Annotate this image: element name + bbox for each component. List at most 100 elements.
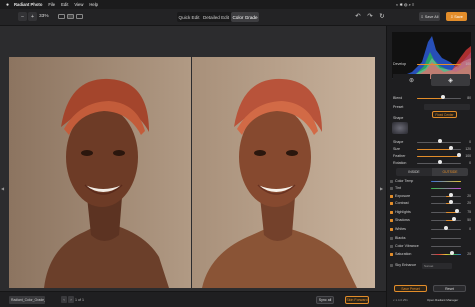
shadows-value[interactable]: 50: [459, 218, 471, 222]
shadows-checkbox[interactable]: [390, 219, 393, 222]
exposure-slider-knob[interactable]: [449, 193, 453, 197]
shadows-slider-knob[interactable]: [452, 217, 456, 221]
contrast-checkbox[interactable]: [390, 202, 393, 205]
menu-app-name[interactable]: Radiant Photo: [14, 2, 42, 7]
saturation-checkbox[interactable]: [390, 253, 393, 256]
reset-view-icon[interactable]: ↻: [378, 13, 386, 21]
save-all-button[interactable]: ⇩ Save All: [419, 12, 440, 21]
inside-tab[interactable]: INSIDE: [396, 168, 432, 176]
status-icons: ◐ ✱ ◍ ⌕ ≡: [396, 2, 415, 7]
contrast-label: Contrast: [395, 201, 409, 205]
feather-value[interactable]: 100: [459, 154, 471, 158]
global-tool-tab[interactable]: ⊛: [393, 74, 430, 86]
shape-slider-knob[interactable]: [438, 139, 442, 143]
rotation-value[interactable]: 0: [459, 161, 471, 165]
skin-forward-button[interactable]: Skin Forward: [345, 296, 369, 304]
mode-color-grade[interactable]: Color Grade: [231, 12, 259, 22]
blacks-slider-track[interactable]: [431, 237, 461, 239]
color-temp-slider-track[interactable]: [431, 180, 461, 182]
preset-label: Preset: [393, 105, 404, 109]
zoom-in-button[interactable]: +: [28, 12, 37, 21]
split-view-icon[interactable]: [67, 14, 74, 19]
shape-preview[interactable]: [392, 122, 408, 134]
menu-file[interactable]: File: [48, 2, 55, 7]
before-image[interactable]: [9, 57, 191, 288]
feather-label: Feather: [393, 154, 406, 158]
size-slider-fill: [417, 148, 451, 150]
blend-label: Blend: [393, 96, 403, 100]
zoom-value[interactable]: 33%: [39, 14, 49, 19]
sky-enhance-label: Sky Enhance: [395, 263, 417, 267]
single-view-icon[interactable]: [58, 14, 65, 19]
sync-all-button[interactable]: Sync all: [316, 296, 334, 304]
vignette-icon: ◈: [448, 77, 453, 84]
menu-view[interactable]: View: [74, 2, 83, 7]
adjustments-panel: Develop 100 ⊛ ◈ Blend 80 Preset Shape Fi…: [386, 26, 475, 307]
tint-checkbox[interactable]: [390, 187, 393, 190]
whites-value[interactable]: 0: [459, 227, 471, 231]
next-image-icon[interactable]: ›: [68, 296, 74, 303]
size-value[interactable]: 120: [459, 147, 471, 151]
version-label: v 1.4.0.251: [393, 298, 408, 302]
vignette-tool-tab[interactable]: ◈: [431, 74, 470, 86]
save-all-icon: ⇩: [420, 15, 424, 19]
menu-edit[interactable]: Edit: [61, 2, 68, 7]
shape-value[interactable]: 0: [459, 140, 471, 144]
reset-button[interactable]: Reset: [433, 285, 466, 292]
menubar: ● Radiant Photo File Edit View Help ◐ ✱ …: [0, 0, 475, 9]
aperture-icon: ⊛: [408, 77, 415, 84]
edit-mode-switch: Quick Edit Detailed Edit Color Grade: [177, 12, 259, 22]
image-thumbnail[interactable]: Radiant_Color_Grade_: [9, 296, 45, 304]
apple-icon[interactable]: ●: [5, 2, 10, 8]
prev-image-icon[interactable]: ‹: [61, 296, 67, 303]
after-image[interactable]: [192, 57, 375, 288]
contrast-value[interactable]: 20: [459, 201, 471, 205]
tint-slider-track[interactable]: [431, 187, 461, 189]
feather-slider-fill: [417, 155, 459, 157]
shape-label: Shape: [393, 140, 404, 144]
right-panel-toggle-icon[interactable]: ▶: [380, 186, 383, 191]
exposure-checkbox[interactable]: [390, 195, 393, 198]
blacks-checkbox[interactable]: [390, 237, 393, 240]
develop-label: Develop: [393, 62, 407, 66]
color-vibrance-checkbox[interactable]: [390, 245, 393, 248]
whites-checkbox[interactable]: [390, 228, 393, 231]
saturation-slider-track[interactable]: [431, 253, 461, 255]
rotation-label: Rotation: [393, 161, 407, 165]
highlights-value[interactable]: 75: [459, 210, 471, 214]
contrast-slider-knob[interactable]: [449, 200, 453, 204]
save-preset-button[interactable]: Save Preset: [394, 285, 427, 292]
whites-slider-knob[interactable]: [444, 226, 448, 230]
redo-icon[interactable]: ↷: [366, 13, 374, 21]
left-panel-toggle-icon[interactable]: ◀: [1, 186, 4, 191]
outside-tab[interactable]: OUTSIDE: [432, 168, 468, 176]
saturation-slider-knob[interactable]: [450, 251, 454, 255]
mask-region-switch: INSIDE OUTSIDE: [396, 168, 468, 176]
side-by-side-view-icon[interactable]: [76, 14, 83, 19]
preset-select[interactable]: [424, 104, 470, 110]
sky-enhance-select[interactable]: Sunset: [422, 263, 452, 269]
mode-quick-edit[interactable]: Quick Edit: [177, 12, 201, 22]
highlights-label: Highlights: [395, 210, 411, 214]
highlights-checkbox[interactable]: [390, 211, 393, 214]
fixed-center-button[interactable]: Fixed Center: [432, 111, 457, 118]
color-temp-checkbox[interactable]: [390, 180, 393, 183]
saturation-value[interactable]: 20: [459, 252, 471, 256]
menu-help[interactable]: Help: [89, 2, 98, 7]
size-slider-knob[interactable]: [449, 146, 453, 150]
mode-detailed-edit[interactable]: Detailed Edit: [201, 12, 231, 22]
develop-value[interactable]: 100: [459, 62, 471, 66]
exposure-value[interactable]: 20: [459, 194, 471, 198]
sky-enhance-checkbox[interactable]: [390, 264, 393, 267]
blend-value[interactable]: 80: [459, 96, 471, 100]
undo-icon[interactable]: ↶: [354, 13, 362, 21]
blend-slider-knob[interactable]: [441, 95, 445, 99]
open-radiant-manager-link[interactable]: Open Radiant Manager: [427, 298, 458, 302]
save-button[interactable]: ⇩ Save: [446, 12, 467, 21]
color-vibrance-slider-track[interactable]: [431, 245, 461, 247]
zoom-out-button[interactable]: −: [18, 12, 27, 21]
whites-label: Whites: [395, 227, 406, 231]
image-canvas[interactable]: ◀ ▶: [0, 26, 386, 291]
save-all-label: Save All: [424, 14, 439, 19]
rotation-slider-knob[interactable]: [438, 160, 442, 164]
